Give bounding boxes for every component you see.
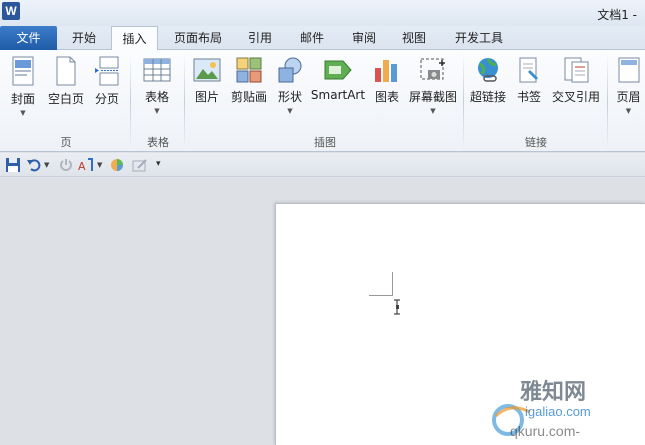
watermark-url-secondary: qkuru.com- xyxy=(510,423,581,439)
screenshot-icon xyxy=(420,58,445,80)
smartart-icon xyxy=(324,60,352,80)
ribbon-tabs: 文件 开始 插入 页面布局 引用 邮件 审阅 视图 开发工具 xyxy=(0,26,645,51)
save-icon[interactable] xyxy=(5,157,21,173)
shapes-icon xyxy=(278,57,302,83)
picture-icon xyxy=(193,58,221,82)
bookmark-label: 书签 xyxy=(516,90,541,104)
shapes-label: 形状 xyxy=(277,90,302,104)
blank-page-button[interactable]: 空白页 xyxy=(44,52,88,124)
page-break-icon xyxy=(95,56,119,86)
picture-button[interactable]: 图片 xyxy=(190,52,224,124)
bookmark-button[interactable]: 书签 xyxy=(512,52,546,124)
hyperlink-label: 超链接 xyxy=(469,90,506,104)
page-break-button[interactable]: 分页 xyxy=(90,52,124,124)
quick-access-toolbar: ▼ A ▼ ▾ xyxy=(0,153,645,177)
chart-icon xyxy=(375,60,397,82)
watermark-url: igaliao.com xyxy=(525,404,591,419)
margin-corner-mark xyxy=(369,295,393,296)
tab-references[interactable]: 引用 xyxy=(237,26,283,50)
group-label-pages: 页 xyxy=(60,136,72,149)
format-dropdown-icon[interactable]: ▼ xyxy=(97,161,102,177)
table-icon xyxy=(143,58,171,82)
undo-dropdown-icon[interactable]: ▼ xyxy=(44,161,49,177)
table-label: 表格 xyxy=(144,90,169,104)
tab-view[interactable]: 视图 xyxy=(390,26,438,50)
title-bar: W 文档1 - xyxy=(0,0,645,26)
group-separator xyxy=(463,54,464,150)
cross-reference-icon xyxy=(564,57,589,83)
customize-toolbar-icon[interactable]: ▾ xyxy=(156,159,161,175)
tab-file[interactable]: 文件 xyxy=(0,26,57,50)
screenshot-button[interactable]: 屏幕截图 ▼ xyxy=(406,52,460,124)
header-icon xyxy=(618,57,639,83)
group-separator xyxy=(130,54,131,150)
hyperlink-icon xyxy=(478,58,498,82)
redo-icon[interactable] xyxy=(58,157,74,173)
header-button[interactable]: 页眉 ▼ xyxy=(612,52,645,124)
cover-page-label: 封面 xyxy=(10,92,35,106)
table-button[interactable]: 表格 ▼ xyxy=(138,52,176,124)
group-separator xyxy=(607,54,608,150)
tab-developer[interactable]: 开发工具 xyxy=(442,26,516,50)
clipart-label: 剪贴画 xyxy=(230,90,267,104)
group-label-illustrations: 插图 xyxy=(314,136,336,149)
screenshot-label: 屏幕截图 xyxy=(408,90,457,104)
blank-page-icon xyxy=(56,56,76,86)
bookmark-icon xyxy=(519,57,538,83)
cross-reference-button[interactable]: 交叉引用 xyxy=(550,52,602,124)
chart-button[interactable]: 图表 xyxy=(370,52,404,124)
cover-dropdown-icon: ▼ xyxy=(20,109,26,117)
watermark-text: 雅知网 xyxy=(520,379,587,405)
text-cursor-icon xyxy=(394,299,400,315)
table-dropdown-icon: ▼ xyxy=(154,107,160,115)
cover-page-icon xyxy=(12,56,34,86)
picture-label: 图片 xyxy=(194,90,219,104)
screenshot-dropdown-icon: ▼ xyxy=(430,107,436,115)
chart-label: 图表 xyxy=(374,90,399,104)
cross-reference-label: 交叉引用 xyxy=(551,90,600,104)
document-title: 文档1 - xyxy=(597,8,637,22)
shapes-button[interactable]: 形状 ▼ xyxy=(274,52,306,124)
clipart-button[interactable]: 剪贴画 xyxy=(228,52,270,124)
shapes-dropdown-icon: ▼ xyxy=(287,107,293,115)
undo-icon[interactable] xyxy=(26,157,42,173)
tab-review[interactable]: 审阅 xyxy=(340,26,388,50)
ribbon-panel: 封面 ▼ 空白页 分页 页 表格 ▼ 表格 图片 剪贴画 形状 ▼ SmartA… xyxy=(0,50,645,152)
draw-icon[interactable] xyxy=(132,157,148,173)
format-painter-icon[interactable]: A xyxy=(78,157,96,173)
header-label: 页眉 xyxy=(616,90,641,104)
tab-mailings[interactable]: 邮件 xyxy=(288,26,336,50)
clipart-icon xyxy=(236,57,262,83)
tab-insert[interactable]: 插入 xyxy=(111,26,158,51)
tab-home[interactable]: 开始 xyxy=(58,26,110,50)
margin-corner-mark xyxy=(392,272,393,296)
group-label-tables: 表格 xyxy=(147,136,169,149)
svg-text:A: A xyxy=(78,160,86,173)
color-wheel-icon[interactable] xyxy=(110,157,124,173)
cover-page-button[interactable]: 封面 ▼ xyxy=(6,52,40,124)
header-dropdown-icon: ▼ xyxy=(625,107,632,115)
tab-page-layout[interactable]: 页面布局 xyxy=(163,26,233,50)
group-label-links: 链接 xyxy=(525,136,547,149)
hyperlink-button[interactable]: 超链接 xyxy=(468,52,508,124)
word-app-icon[interactable]: W xyxy=(2,2,20,20)
blank-page-label: 空白页 xyxy=(47,92,84,106)
group-separator xyxy=(184,54,185,150)
page-break-label: 分页 xyxy=(94,92,119,106)
smartart-label: SmartArt xyxy=(310,88,366,102)
smartart-button[interactable]: SmartArt xyxy=(310,52,366,124)
